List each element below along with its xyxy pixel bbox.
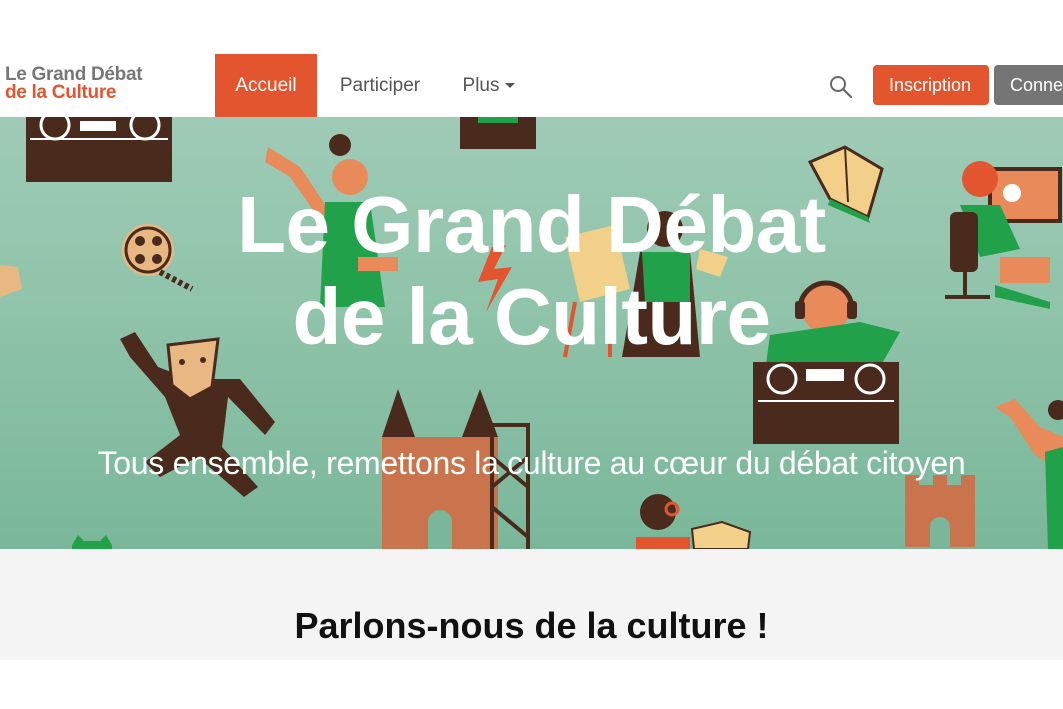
hero-banner: Le Grand Débat de la Culture Tous ensemb…: [0, 117, 1063, 549]
hero-title: Le Grand Débat de la Culture: [0, 179, 1063, 363]
search-icon: [830, 76, 853, 99]
caret-down-icon: [505, 83, 516, 89]
logo-line-2: de la Culture: [5, 82, 117, 103]
pixel-creature-illustration: [72, 535, 112, 549]
small-castle-illustration: [905, 475, 975, 547]
nav-item-accueil[interactable]: Accueil: [215, 54, 317, 117]
nav-item-label: Accueil: [235, 75, 297, 96]
signup-button[interactable]: Inscription: [873, 65, 989, 105]
intro-section: Parlons-nous de la culture !: [0, 549, 1063, 660]
nav-item-plus-dropdown[interactable]: Plus: [458, 54, 520, 117]
site-logo[interactable]: Le Grand Débat de la Culture: [5, 65, 143, 103]
login-button[interactable]: Connexion: [994, 65, 1063, 105]
search-button[interactable]: [828, 74, 854, 100]
reader-illustration: [636, 494, 752, 549]
page: Le Grand Débat de la Culture Accueil Par…: [0, 0, 1063, 709]
nav-item-label: Plus: [462, 75, 500, 96]
hero-subtitle: Tous ensemble, remettons la culture au c…: [97, 445, 966, 481]
nav-item-label: Participer: [339, 75, 421, 96]
turntable-illustration: [26, 117, 172, 182]
section-title: Parlons-nous de la culture !: [294, 605, 769, 646]
hero-title-line-2: de la Culture: [292, 272, 771, 361]
navbar: Le Grand Débat de la Culture Accueil Par…: [0, 54, 1063, 117]
hero-title-line-1: Le Grand Débat: [237, 180, 826, 269]
nav-item-participer[interactable]: Participer: [330, 54, 430, 117]
